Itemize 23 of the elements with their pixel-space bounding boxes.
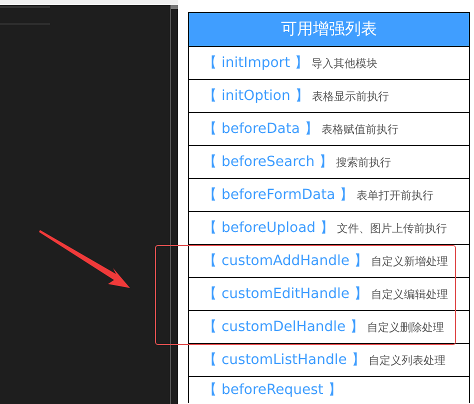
hook-name: 【 customAddHandle 】 xyxy=(203,252,368,270)
hook-name: 【 initImport 】 xyxy=(203,54,309,72)
hook-name: 【 customListHandle 】 xyxy=(203,351,366,369)
hook-name: 【 beforeUpload 】 xyxy=(203,219,334,237)
table-header: 可用增强列表 xyxy=(189,13,469,47)
hook-description: 表单打开前执行 xyxy=(356,188,434,202)
hook-description: 表格显示前执行 xyxy=(312,88,389,104)
hook-description: 自定义编辑处理 xyxy=(370,286,448,302)
hook-name: 【 beforeRequest 】 xyxy=(203,381,342,399)
hook-name: 【 customDelHandle 】 xyxy=(203,318,364,336)
hook-description: 搜索前执行 xyxy=(336,154,392,170)
scrollbar-thumb[interactable] xyxy=(171,5,178,9)
hook-name: 【 beforeSearch 】 xyxy=(203,153,334,171)
hook-description: 表格赋值前执行 xyxy=(321,122,398,136)
hook-name: 【 beforeFormData 】 xyxy=(203,186,354,204)
hook-name: 【 initOption 】 xyxy=(203,87,309,105)
hook-description: 自定义新增处理 xyxy=(370,254,448,268)
hook-name: 【 customEditHandle 】 xyxy=(203,285,368,303)
hook-description: 文件、图片上传前执行 xyxy=(337,220,448,236)
hook-name: 【 beforeData 】 xyxy=(203,120,318,138)
hook-description: 自定义列表处理 xyxy=(368,352,446,368)
hook-description: 导入其他模块 xyxy=(312,56,378,70)
hook-description: 自定义删除处理 xyxy=(367,320,444,334)
